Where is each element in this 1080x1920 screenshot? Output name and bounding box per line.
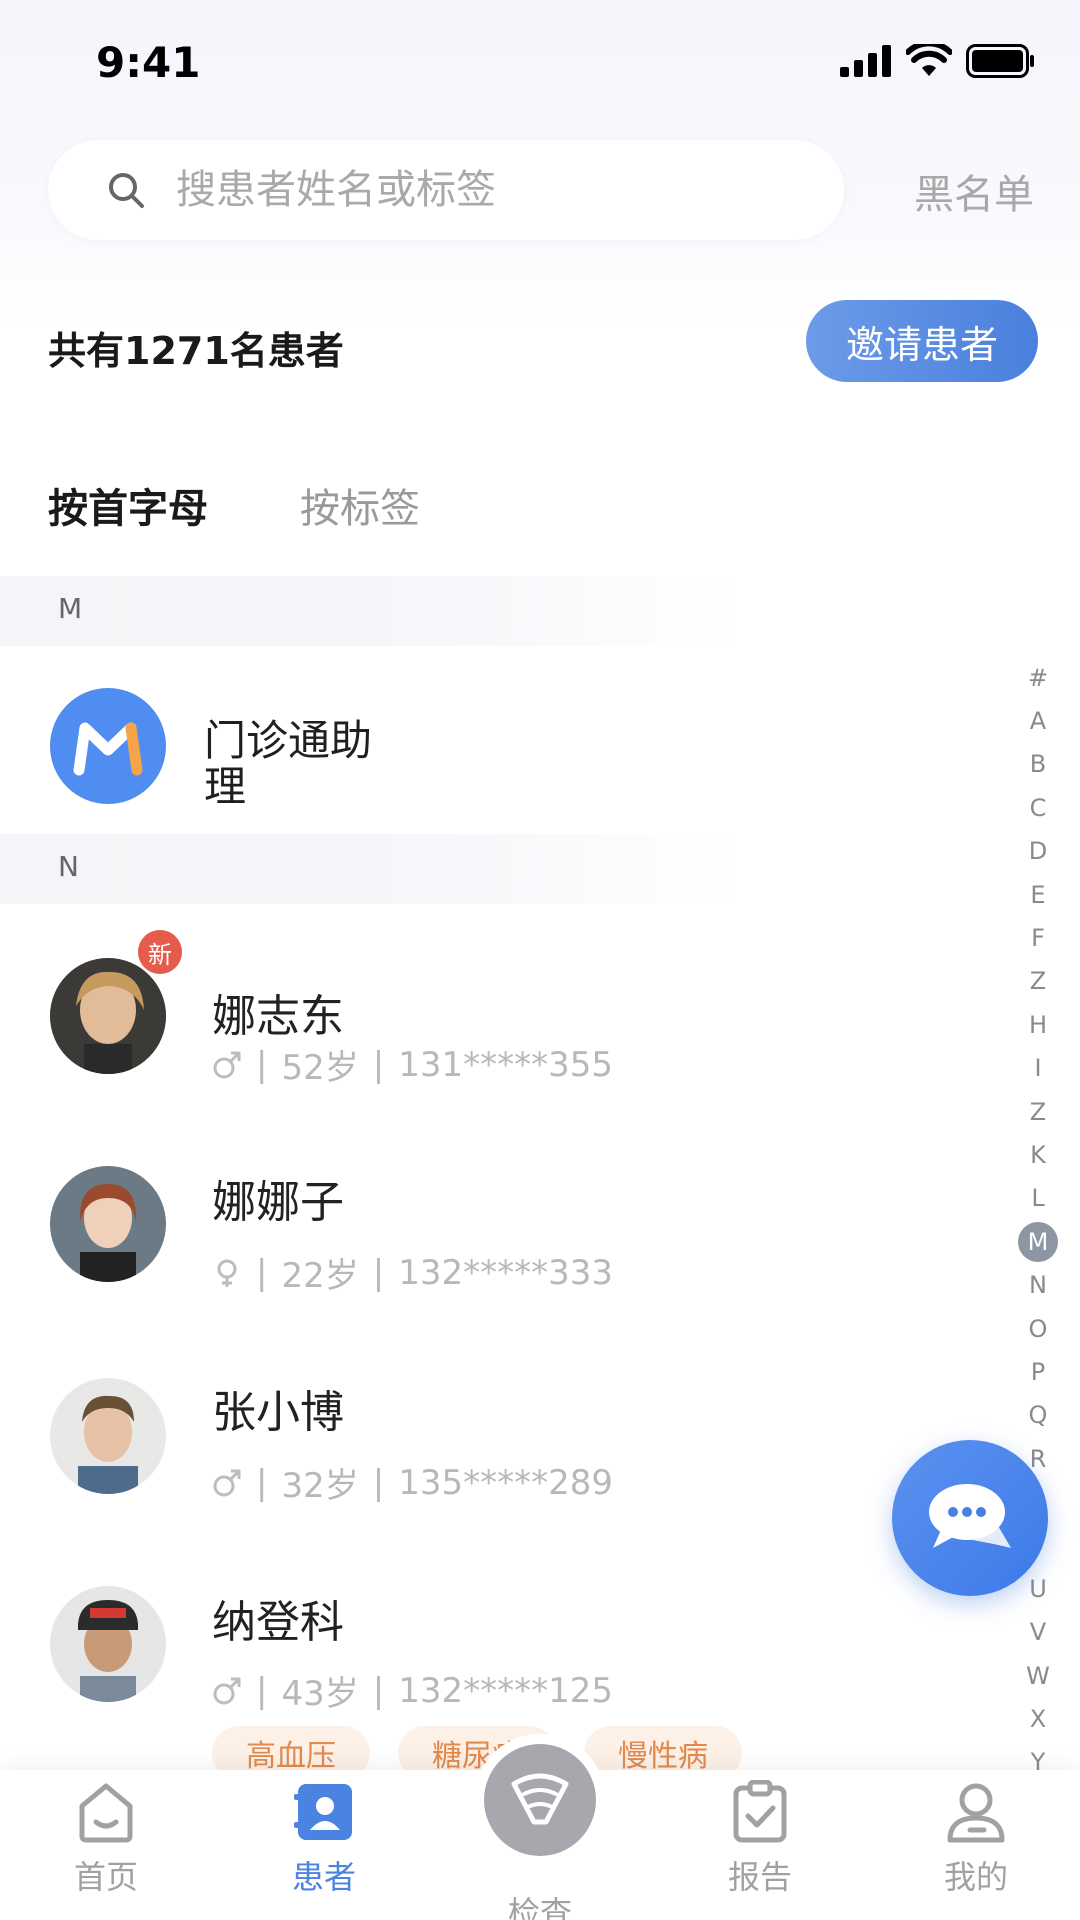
assistant-name[interactable]: 门诊通助理 <box>204 718 404 810</box>
index-letter[interactable]: L <box>1016 1177 1060 1220</box>
patients-icon <box>294 1784 352 1840</box>
patient-age: 32岁 <box>281 1466 359 1506</box>
female-icon <box>217 1259 237 1287</box>
status-icons <box>840 44 1036 78</box>
wifi-icon <box>906 44 952 76</box>
avatar <box>50 1166 166 1282</box>
person-avatar-icon <box>50 1378 166 1494</box>
nav-patients[interactable]: 患者 <box>244 1780 404 1898</box>
index-letter[interactable]: Q <box>1016 1394 1060 1437</box>
section-letter: M <box>58 592 83 625</box>
patient-phone: 132*****333 <box>398 1252 613 1293</box>
patient-age: 22岁 <box>281 1256 359 1296</box>
patient-name: 娜娜子 <box>212 1177 344 1228</box>
chat-fab-button[interactable] <box>892 1440 1048 1596</box>
patient-row[interactable]: 张小博 | 32岁 | 135*****289 <box>0 1360 1000 1560</box>
index-letter[interactable]: Z <box>1016 1090 1060 1133</box>
index-letter[interactable]: M <box>1018 1221 1058 1262</box>
assistant-logo-icon <box>73 722 143 776</box>
patient-age: 43岁 <box>281 1674 359 1714</box>
patient-name: 纳登科 <box>212 1597 344 1648</box>
index-letter[interactable]: A <box>1016 699 1060 742</box>
battery-icon <box>966 44 1034 78</box>
person-avatar-icon <box>50 1586 166 1702</box>
nav-report[interactable]: 报告 <box>680 1780 840 1898</box>
nav-label: 我的 <box>943 1858 1008 1896</box>
alphabet-index[interactable]: #ABCDEFZHIZKLMNOPQRSTUVWXY <box>1008 656 1068 1784</box>
patient-name: 张小博 <box>212 1387 344 1438</box>
index-letter[interactable]: B <box>1016 743 1060 786</box>
index-letter[interactable]: V <box>1016 1611 1060 1654</box>
person-avatar-icon <box>50 1166 166 1282</box>
patient-meta: | 22岁 | 132*****333 <box>212 1248 613 1297</box>
index-letter[interactable]: I <box>1016 1047 1060 1090</box>
tab-by-initial[interactable]: 按首字母 <box>48 476 208 534</box>
patient-count: 共有1271名患者 <box>48 329 344 373</box>
status-bar: 9:41 <box>0 0 1080 120</box>
nav-label-exam: 检查 <box>507 1894 572 1920</box>
patient-phone: 131*****355 <box>398 1044 613 1085</box>
nav-label: 报告 <box>727 1858 792 1896</box>
patient-meta: | 52岁 | 131*****355 <box>212 1040 613 1089</box>
nav-home[interactable]: 首页 <box>26 1780 186 1898</box>
section-letter: N <box>58 850 79 883</box>
blacklist-link[interactable]: 黑名单 <box>914 162 1034 220</box>
profile-icon <box>947 1783 1005 1843</box>
new-badge: 新 <box>138 930 182 974</box>
section-header-m: M <box>0 576 740 646</box>
male-icon <box>213 1051 241 1078</box>
index-letter[interactable]: K <box>1016 1133 1060 1176</box>
index-letter[interactable]: O <box>1016 1307 1060 1350</box>
home-icon <box>79 1783 133 1843</box>
index-letter[interactable]: F <box>1016 916 1060 959</box>
index-letter[interactable]: E <box>1016 873 1060 916</box>
ultrasound-icon <box>511 1773 569 1825</box>
avatar <box>50 958 166 1074</box>
avatar <box>50 1586 166 1702</box>
search-bar[interactable] <box>48 140 844 240</box>
signal-icon <box>840 45 891 77</box>
assistant-avatar[interactable] <box>50 688 166 804</box>
search-input[interactable] <box>176 160 796 220</box>
patient-age: 52岁 <box>281 1048 359 1088</box>
patient-row[interactable]: 娜娜子 | 22岁 | 132*****333 <box>0 1150 1000 1350</box>
male-icon <box>213 1469 241 1496</box>
avatar <box>50 1378 166 1494</box>
index-letter[interactable]: D <box>1016 830 1060 873</box>
index-letter[interactable]: H <box>1016 1003 1060 1046</box>
patient-phone: 135*****289 <box>398 1462 613 1503</box>
patient-meta: | 43岁 | 132*****125 <box>212 1666 613 1715</box>
section-header-n: N <box>0 834 740 904</box>
index-letter[interactable]: Z <box>1016 960 1060 1003</box>
index-letter[interactable]: # <box>1016 656 1060 699</box>
index-letter[interactable]: N <box>1016 1263 1060 1306</box>
chat-bubble-icon <box>929 1484 1011 1548</box>
index-letter[interactable]: X <box>1016 1697 1060 1740</box>
nav-label: 首页 <box>73 1858 138 1896</box>
patient-phone: 132*****125 <box>398 1670 613 1711</box>
status-time: 9:41 <box>96 38 201 87</box>
nav-label: 患者 <box>291 1858 356 1896</box>
search-icon <box>109 173 144 208</box>
report-icon <box>733 1780 787 1843</box>
invite-patient-button[interactable]: 邀请患者 <box>806 300 1038 382</box>
person-avatar-icon <box>50 958 166 1074</box>
index-letter[interactable]: C <box>1016 786 1060 829</box>
index-letter[interactable]: P <box>1016 1350 1060 1393</box>
patient-meta: | 32岁 | 135*****289 <box>212 1458 613 1507</box>
tab-by-tag[interactable]: 按标签 <box>300 476 420 534</box>
nav-profile[interactable]: 我的 <box>896 1780 1056 1898</box>
nav-exam-button[interactable] <box>484 1744 596 1856</box>
male-icon <box>213 1677 241 1704</box>
patient-name: 娜志东 <box>212 991 344 1042</box>
index-letter[interactable]: W <box>1016 1654 1060 1697</box>
